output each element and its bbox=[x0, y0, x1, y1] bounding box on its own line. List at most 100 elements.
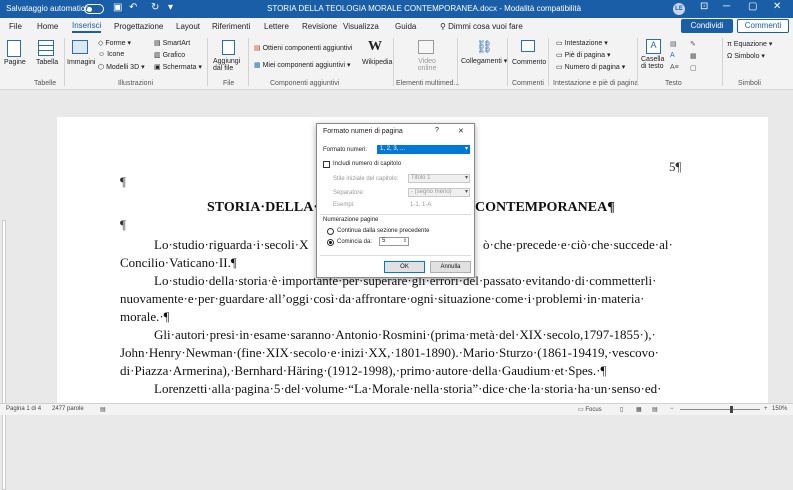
quickparts-icon[interactable]: ▤ bbox=[670, 40, 677, 48]
header-footer-group-label: Intestazione e piè di pagina bbox=[553, 80, 639, 87]
avatar[interactable]: LE bbox=[673, 3, 685, 15]
page-count[interactable]: Pagina 1 di 4 bbox=[6, 406, 41, 412]
comments-button[interactable]: Commenti bbox=[737, 19, 789, 33]
ribbon-separator bbox=[722, 38, 723, 86]
tab-help[interactable]: Guida bbox=[395, 22, 416, 31]
chart-button[interactable]: ▥ Grafico bbox=[154, 51, 185, 59]
icons-button[interactable]: ☺ Icone bbox=[98, 51, 124, 58]
ribbon-tabs: File Home Inserisci Progettazione Layout… bbox=[0, 18, 793, 35]
customize-qat-icon[interactable]: ▾ bbox=[168, 2, 173, 13]
separator-value: - (segno meno) bbox=[411, 189, 452, 195]
text-group-label: Testo bbox=[665, 80, 682, 87]
tab-home[interactable]: Home bbox=[37, 22, 58, 31]
start-at-spinner[interactable]: 5 ⇕ bbox=[379, 237, 409, 246]
header-button[interactable]: ▭ Intestazione ▾ bbox=[556, 39, 608, 47]
my-addins-button[interactable]: ▦ Miei componenti aggiuntivi ▾ bbox=[254, 61, 351, 69]
online-video-button[interactable]: Video online bbox=[414, 58, 440, 72]
spinner-arrows-icon[interactable]: ⇕ bbox=[403, 238, 407, 245]
autosave-toggle[interactable] bbox=[84, 4, 104, 14]
object-icon[interactable]: ▢ bbox=[690, 64, 697, 72]
footer-button[interactable]: ▭ Piè di pagina ▾ bbox=[556, 51, 611, 59]
print-layout-icon[interactable]: ▦ bbox=[636, 406, 642, 413]
symbol-button[interactable]: Ω Simbolo ▾ bbox=[727, 52, 765, 60]
cancel-button[interactable]: Annulla bbox=[430, 261, 471, 273]
tell-me-search[interactable]: ⚲ Dimmi cosa vuoi fare bbox=[440, 22, 523, 31]
divider bbox=[320, 255, 471, 256]
divider bbox=[320, 214, 471, 215]
zoom-slider[interactable] bbox=[680, 406, 760, 413]
comment-button[interactable]: Commento bbox=[512, 59, 546, 66]
links-button[interactable]: Collegamenti ▾ bbox=[461, 57, 507, 65]
tab-layout[interactable]: Layout bbox=[176, 22, 200, 31]
tab-view[interactable]: Visualizza bbox=[343, 22, 379, 31]
text-line: di·Piazza·Armerina),·Bernhard·Häring·(19… bbox=[120, 363, 607, 378]
equation-button[interactable]: π Equazione ▾ bbox=[727, 40, 772, 48]
ok-button[interactable]: OK bbox=[384, 261, 425, 273]
images-button[interactable]: Immagini bbox=[67, 59, 95, 66]
ok-label: OK bbox=[400, 264, 409, 270]
tab-insert[interactable]: Inserisci bbox=[72, 21, 102, 33]
undo-icon[interactable]: ↶ bbox=[129, 2, 137, 13]
tab-mailings[interactable]: Lettere bbox=[264, 22, 289, 31]
datetime-icon[interactable]: ▦ bbox=[690, 52, 697, 60]
continue-radio[interactable] bbox=[327, 228, 334, 235]
word-count[interactable]: 2477 parole bbox=[52, 406, 84, 412]
format-select[interactable]: 1, 2, 3, ... ▾ bbox=[377, 145, 470, 154]
ribbon-options-icon[interactable]: ⊡ bbox=[700, 1, 708, 12]
addin-from-file-button[interactable]: Aggiungi dal file bbox=[213, 58, 247, 72]
help-button[interactable]: ? bbox=[435, 127, 439, 134]
share-button[interactable]: Condividi bbox=[681, 19, 733, 33]
start-at-radio[interactable] bbox=[327, 239, 334, 246]
examples-value: 1-1, 1-A bbox=[410, 202, 432, 208]
chapter-style-label: Stile iniziale del capitolo: bbox=[333, 176, 399, 182]
examples-label: Esempi: bbox=[333, 202, 355, 208]
page-number-format-dialog: Formato numeri di pagina ? ✕ Formato num… bbox=[316, 123, 475, 278]
continue-label: Continua dalla sezione precedente bbox=[337, 228, 430, 234]
close-icon[interactable]: ✕ bbox=[773, 1, 781, 12]
page-number-button[interactable]: ▭ Numero di pagina ▾ bbox=[556, 63, 625, 71]
zoom-in-icon[interactable]: + bbox=[764, 406, 768, 412]
zoom-slider-thumb[interactable] bbox=[730, 406, 733, 413]
save-icon[interactable]: ▣ bbox=[113, 2, 122, 13]
comments-label: Commenti bbox=[744, 21, 782, 30]
heading-right: CONTEMPORANEA¶ bbox=[475, 200, 615, 215]
redo-icon[interactable]: ↻ bbox=[151, 2, 159, 13]
chapter-style-select[interactable]: Titolo 1 ▾ bbox=[408, 174, 470, 183]
tab-design[interactable]: Progettazione bbox=[114, 22, 163, 31]
separator-select[interactable]: - (segno meno) ▾ bbox=[408, 188, 470, 197]
proofing-icon[interactable]: ▤ bbox=[100, 406, 106, 413]
wikipedia-button[interactable]: Wikipedia bbox=[362, 59, 392, 66]
screenshot-button[interactable]: ▣ Schermata ▾ bbox=[154, 63, 202, 71]
vertical-ruler[interactable] bbox=[2, 220, 6, 490]
tab-file[interactable]: File bbox=[9, 22, 22, 31]
maximize-icon[interactable]: ▢ bbox=[748, 1, 757, 12]
chart-label: Grafico bbox=[162, 52, 186, 59]
wikipedia-icon: W bbox=[368, 39, 382, 54]
get-addins-button[interactable]: ▤ Ottieni componenti aggiuntivi bbox=[254, 44, 352, 52]
zoom-level[interactable]: 150% bbox=[772, 406, 787, 412]
table-button[interactable]: Tabella bbox=[36, 59, 58, 66]
separator-label: Separatore: bbox=[333, 190, 365, 196]
pages-button[interactable]: Pagine bbox=[4, 59, 26, 66]
tab-references[interactable]: Riferimenti bbox=[212, 22, 250, 31]
focus-button[interactable]: ▭ Focus bbox=[578, 406, 602, 413]
smartart-button[interactable]: ▤ SmartArt bbox=[154, 39, 190, 47]
read-mode-icon[interactable]: ▯ bbox=[620, 406, 623, 413]
textbox-button[interactable]: Casella di testo bbox=[641, 56, 669, 70]
web-layout-icon[interactable]: ▤ bbox=[652, 406, 658, 413]
tab-review[interactable]: Revisione bbox=[302, 22, 337, 31]
minimize-icon[interactable]: ─ bbox=[723, 1, 730, 12]
dialog-close-button[interactable]: ✕ bbox=[458, 127, 464, 135]
ribbon-separator bbox=[548, 38, 549, 86]
dropcap-icon[interactable]: A≡ bbox=[670, 64, 679, 71]
screenshot-label: Schermata bbox=[162, 64, 197, 71]
signature-icon[interactable]: ✎ bbox=[690, 40, 696, 48]
vertical-ruler-area bbox=[0, 90, 8, 490]
models3d-button[interactable]: ⬡ Modelli 3D ▾ bbox=[98, 63, 145, 71]
header-label: Intestazione bbox=[564, 40, 603, 47]
icons-label: Icone bbox=[107, 51, 125, 58]
shapes-button[interactable]: ◇ Forme ▾ bbox=[98, 39, 131, 47]
wordart-icon[interactable]: A bbox=[670, 52, 675, 59]
zoom-out-icon[interactable]: − bbox=[670, 406, 674, 412]
include-chapter-checkbox[interactable] bbox=[323, 161, 330, 168]
